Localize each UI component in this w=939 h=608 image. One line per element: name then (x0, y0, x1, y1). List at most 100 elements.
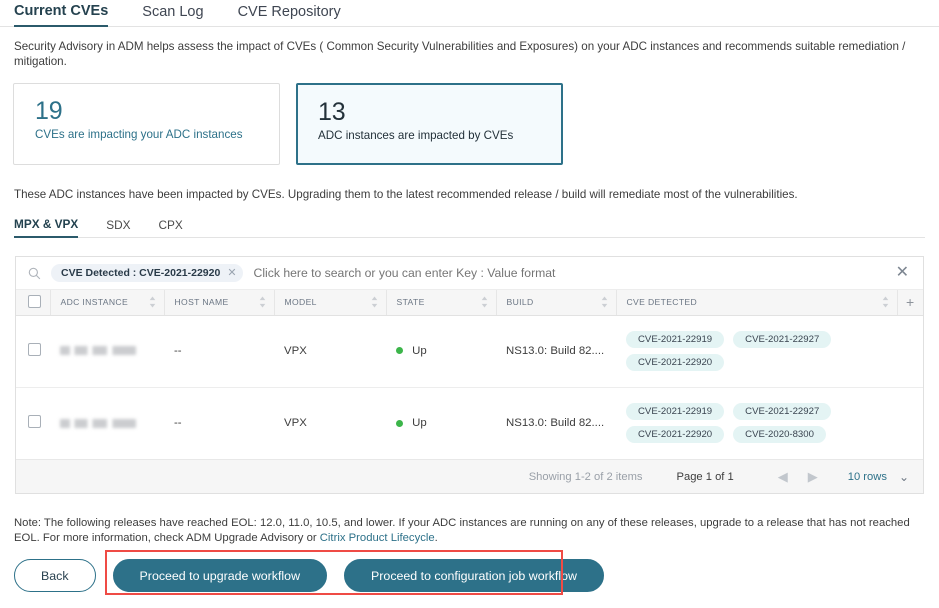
cell-cve-detected: CVE-2021-22919 CVE-2021-22927 CVE-2021-2… (616, 387, 897, 459)
cell-build: NS13.0: Build 82.... (496, 315, 616, 388)
close-icon[interactable]: ✕ (227, 267, 236, 279)
status-dot-icon (396, 347, 403, 355)
back-button[interactable]: Back (14, 559, 96, 592)
card-instances-impacted-count: 13 (318, 98, 346, 126)
sort-icon (149, 296, 155, 308)
search-icon (28, 267, 41, 279)
tab-cve-repository[interactable]: CVE Repository (238, 4, 341, 26)
eol-note-text: Note: The following releases have reache… (14, 517, 910, 544)
intro-description: Security Advisory in ADM helps assess th… (14, 40, 906, 68)
search-input[interactable] (251, 265, 890, 281)
select-all-header (16, 290, 50, 316)
cell-state: Up (386, 315, 496, 388)
search-filter-chip[interactable]: CVE Detected : CVE-2021-22920 ✕ (51, 264, 243, 282)
security-advisory-page: Current CVEs Scan Log CVE Repository Sec… (0, 0, 939, 608)
eol-note-text-end: . (434, 532, 438, 544)
card-instances-impacted-label: ADC instances are impacted by CVEs (318, 129, 514, 142)
column-label: BUILD (506, 297, 534, 308)
column-header-model[interactable]: MODEL (273, 290, 386, 316)
instances-description: These ADC instances have been impacted b… (14, 188, 798, 201)
table-header: ADC INSTANCE HOST NAME MODEL STATE BUILD… (16, 290, 923, 316)
row-select-cell (16, 315, 50, 388)
cve-tag[interactable]: CVE-2020-8300 (733, 426, 826, 444)
column-header-host-name[interactable]: HOST NAME (163, 290, 274, 316)
tab-scan-log[interactable]: Scan Log (142, 4, 203, 26)
primary-tab-bar: Current CVEs Scan Log CVE Repository (0, 0, 939, 27)
column-label: MODEL (284, 297, 317, 308)
proceed-to-upgrade-workflow-button[interactable]: Proceed to upgrade workflow (112, 559, 328, 592)
redacted-ip-address (60, 346, 136, 356)
cve-tag[interactable]: CVE-2021-22927 (733, 403, 832, 421)
table-pagination: Showing 1-2 of 2 items Page 1 of 1 ◀ ▶ 1… (16, 459, 923, 493)
clear-search-icon[interactable]: ✕ (890, 265, 915, 281)
card-cves-impacting-label: CVEs are impacting your ADC instances (35, 128, 243, 141)
summary-cards: 19 CVEs are impacting your ADC instances… (13, 83, 939, 165)
instances-table: ADC INSTANCE HOST NAME MODEL STATE BUILD… (16, 290, 923, 459)
column-header-state[interactable]: STATE (385, 290, 496, 316)
sort-icon (259, 296, 265, 308)
sort-icon (882, 296, 888, 308)
tab-current-cves[interactable]: Current CVEs (14, 3, 109, 27)
table-row[interactable]: -- VPX Up NS13.0: Build 82.... CVE-2021-… (16, 387, 923, 459)
cell-model: VPX (284, 417, 307, 430)
cell-spacer (897, 387, 923, 459)
cve-tag[interactable]: CVE-2021-22927 (733, 331, 832, 348)
tab-cpx[interactable]: CPX (159, 218, 183, 237)
column-header-cve-detected[interactable]: CVE DETECTED (615, 290, 897, 316)
column-label: CVE DETECTED (626, 297, 698, 308)
cell-host-name: -- (164, 315, 274, 388)
proceed-to-configuration-job-workflow-button[interactable]: Proceed to configuration job workflow (344, 559, 604, 592)
select-all-checkbox[interactable] (28, 294, 41, 308)
instances-panel: CVE Detected : CVE-2021-22920 ✕ ✕ (15, 256, 924, 494)
pagination-showing-count: Showing 1-2 of 2 items (528, 470, 643, 483)
cell-adc-instance (50, 387, 164, 459)
row-select-cell (16, 387, 50, 459)
sort-icon (481, 296, 487, 308)
sort-icon (601, 296, 607, 308)
add-column-button[interactable]: + (896, 290, 923, 316)
plus-icon: + (905, 294, 915, 311)
cell-build: NS13.0: Build 82.... (506, 417, 605, 430)
cve-tag-list: CVE-2021-22919 CVE-2021-22927 CVE-2021-2… (626, 331, 876, 371)
cell-host-name: -- (174, 417, 182, 430)
cell-model: VPX (274, 315, 386, 388)
column-label: HOST NAME (174, 297, 229, 308)
cell-adc-instance (50, 315, 164, 388)
action-bar: Back Proceed to upgrade workflow Proceed… (14, 559, 939, 592)
cve-tag-list: CVE-2021-22919 CVE-2021-22927 CVE-2021-2… (626, 403, 876, 444)
instance-type-tab-bar: MPX & VPX SDX CPX (14, 217, 925, 238)
card-cves-impacting-count: 19 (35, 97, 63, 125)
state-label: Up (412, 417, 427, 430)
cve-tag[interactable]: CVE-2021-22920 (626, 426, 725, 444)
table-row[interactable]: -- VPX Up NS13.0: Build 82.... CVE-2021-… (16, 315, 923, 388)
cell-spacer (897, 315, 923, 388)
chevron-down-icon[interactable]: ⌄ (899, 470, 909, 484)
redacted-ip-address (60, 418, 136, 428)
rows-per-page-value[interactable]: 10 rows (848, 471, 887, 483)
column-header-build[interactable]: BUILD (495, 290, 616, 316)
column-label: ADC INSTANCE (60, 297, 129, 308)
cve-tag[interactable]: CVE-2021-22919 (626, 403, 725, 421)
row-checkbox[interactable] (28, 343, 41, 356)
column-header-adc-instance[interactable]: ADC INSTANCE (49, 290, 164, 316)
citrix-product-lifecycle-link[interactable]: Citrix Product Lifecycle (320, 532, 435, 544)
card-cves-impacting[interactable]: 19 CVEs are impacting your ADC instances (13, 83, 280, 165)
column-label: STATE (396, 297, 425, 308)
state-label: Up (412, 344, 427, 357)
sort-icon (371, 296, 377, 308)
status-dot-icon (396, 419, 403, 427)
search-bar: CVE Detected : CVE-2021-22920 ✕ ✕ (16, 257, 923, 290)
cve-tag[interactable]: CVE-2021-22919 (626, 331, 725, 348)
search-filter-chip-label: CVE Detected : CVE-2021-22920 (61, 267, 221, 279)
row-checkbox[interactable] (28, 415, 41, 429)
pagination-page-label: Page 1 of 1 (676, 470, 734, 483)
cell-cve-detected: CVE-2021-22919 CVE-2021-22927 CVE-2021-2… (616, 315, 897, 388)
table-body: -- VPX Up NS13.0: Build 82.... CVE-2021-… (16, 315, 923, 459)
tab-sdx[interactable]: SDX (106, 218, 130, 237)
cell-state: Up (386, 387, 496, 459)
cve-tag[interactable]: CVE-2021-22920 (626, 354, 725, 371)
pagination-next-icon[interactable]: ▶ (808, 469, 818, 485)
tab-mpx-vpx[interactable]: MPX & VPX (14, 217, 79, 238)
card-instances-impacted[interactable]: 13 ADC instances are impacted by CVEs (296, 83, 563, 165)
pagination-prev-icon[interactable]: ◀ (778, 469, 788, 485)
